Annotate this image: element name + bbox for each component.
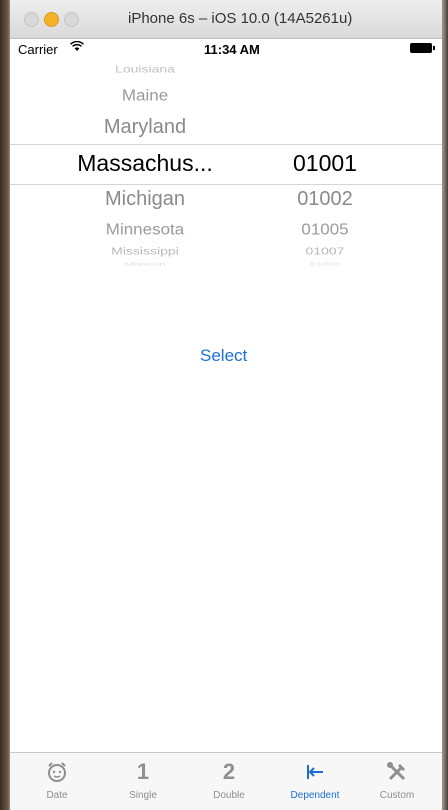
state-zip-picker[interactable]: Louisiana Maine Maryland Massachus... 01… <box>10 60 442 275</box>
arrow-to-left-icon <box>272 759 358 785</box>
tab-label: Date <box>46 790 68 801</box>
carrier-label: Carrier <box>18 42 58 57</box>
picker-row-selected[interactable]: Massachus... 01001 <box>10 150 442 180</box>
tab-label: Single <box>129 790 157 801</box>
tab-date[interactable]: Date <box>14 753 100 810</box>
tools-icon <box>354 759 440 785</box>
picker-zip-option[interactable]: 01002 <box>240 188 410 211</box>
picker-zip-option[interactable]: 01005 <box>240 221 410 239</box>
window-title: iPhone 6s – iOS 10.0 (14A5261u) <box>128 10 353 27</box>
picker-row[interactable]: Missouri 01008 <box>10 258 442 272</box>
window-titlebar: iPhone 6s – iOS 10.0 (14A5261u) <box>10 0 442 39</box>
picker-state-option[interactable]: Louisiana <box>45 63 245 74</box>
picker-row[interactable]: Maine <box>10 86 442 112</box>
status-time: 11:34 AM <box>204 42 260 57</box>
picker-state-option[interactable]: Maryland <box>45 116 245 139</box>
picker-state-option[interactable]: Missouri <box>45 261 245 266</box>
tab-label: Double <box>213 790 245 801</box>
picker-selected-zip[interactable]: 01001 <box>240 150 410 177</box>
tab-custom[interactable]: Custom <box>354 753 440 810</box>
status-bar: Carrier 11:34 AM <box>10 39 442 59</box>
picker-row[interactable]: Michigan 01002 <box>10 188 442 216</box>
picker-zip-option[interactable]: 01007 <box>240 245 410 256</box>
number-one-icon: 1 <box>136 759 150 784</box>
battery-icon <box>410 43 435 53</box>
tab-single[interactable]: 1 Single <box>100 753 186 810</box>
close-window-button[interactable] <box>24 12 39 27</box>
picker-row[interactable]: Maryland <box>10 116 442 144</box>
wifi-icon <box>70 40 84 55</box>
tab-label: Custom <box>379 790 415 801</box>
tab-double[interactable]: 2 Double <box>186 753 272 810</box>
simulator-window: iPhone 6s – iOS 10.0 (14A5261u) Carrier … <box>10 0 442 810</box>
zoom-window-button[interactable] <box>64 12 79 27</box>
tab-bar: Date 1 Single 2 Double Dependent Custom <box>10 752 442 810</box>
picker-state-option[interactable]: Minnesota <box>45 221 245 239</box>
tab-dependent[interactable]: Dependent <box>272 753 358 810</box>
picker-row[interactable]: Minnesota 01005 <box>10 220 442 244</box>
picker-state-option[interactable]: Michigan <box>45 188 245 211</box>
picker-state-option[interactable]: Mississippi <box>45 245 245 256</box>
picker-row[interactable]: Louisiana <box>10 60 442 80</box>
select-button[interactable]: Select <box>200 346 247 366</box>
number-two-icon: 2 <box>222 759 236 784</box>
minimize-window-button[interactable] <box>44 12 59 27</box>
tab-label: Dependent <box>290 790 340 801</box>
picker-state-option[interactable]: Maine <box>45 87 245 105</box>
alarm-clock-icon <box>14 759 100 785</box>
picker-selected-state[interactable]: Massachus... <box>45 150 245 177</box>
picker-zip-option[interactable]: 01008 <box>240 261 410 266</box>
